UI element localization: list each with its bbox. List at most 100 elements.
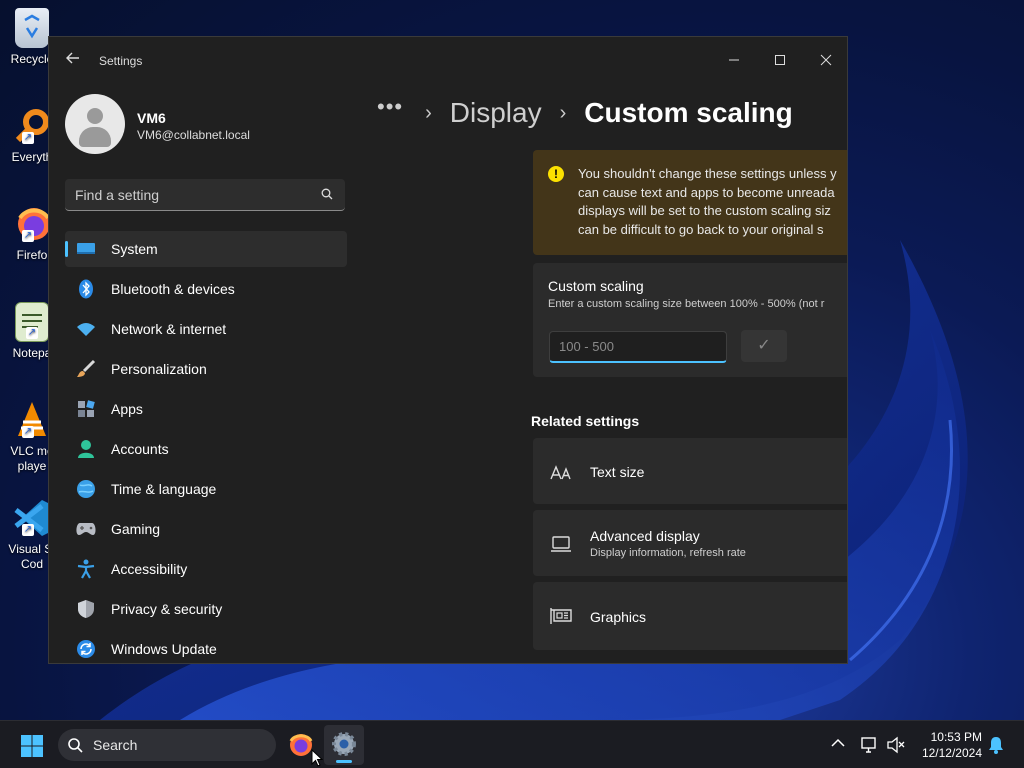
sidebar-item-privacy-security[interactable]: Privacy & security [65, 591, 347, 627]
sidebar-item-system[interactable]: System [65, 231, 347, 267]
sidebar-item-gaming[interactable]: Gaming [65, 511, 347, 547]
warning-icon: ! [548, 166, 564, 182]
sidebar-item-bluetooth-devices[interactable]: Bluetooth & devices [65, 271, 347, 307]
sidebar-item-label: Gaming [111, 521, 161, 537]
warning-line: can be difficult to go back to your orig… [578, 221, 824, 237]
sidebar-item-windows-update[interactable]: Windows Update [65, 631, 347, 663]
related-settings-heading: Related settings [531, 413, 640, 429]
taskbar-search[interactable]: Search [58, 729, 276, 761]
breadcrumb-more-button[interactable]: ••• [377, 94, 403, 120]
sidebar-item-time-language[interactable]: Time & language [65, 471, 347, 507]
laptop-icon [551, 536, 571, 552]
apply-scaling-button[interactable]: ✓ [741, 330, 787, 362]
related-item-graphics[interactable]: Graphics [533, 582, 847, 650]
page-title: Custom scaling [584, 97, 793, 128]
avatar-head [87, 108, 103, 124]
close-button[interactable] [803, 45, 847, 77]
sidebar-item-label: Bluetooth & devices [111, 281, 235, 297]
taskbar-clock[interactable]: 10:53 PM 12/12/2024 [912, 729, 982, 761]
custom-scaling-description: Enter a custom scaling size between 100%… [548, 298, 825, 310]
breadcrumb: ••• › Display › Custom scaling [377, 93, 793, 133]
shortcut-arrow-icon: ↗ [26, 327, 38, 339]
find-setting-box[interactable] [65, 179, 345, 211]
vscode-icon: ↗ [12, 498, 52, 538]
brush-icon [75, 358, 97, 380]
chevron-right-icon: › [425, 101, 432, 124]
active-app-indicator [336, 760, 352, 763]
shield-icon [75, 598, 97, 620]
related-item-subtitle: Display information, refresh rate [590, 547, 746, 559]
shortcut-arrow-icon: ↗ [22, 426, 34, 438]
system-icon [75, 238, 97, 260]
title-bar[interactable]: Settings [49, 37, 847, 85]
sidebar-item-label: System [111, 241, 158, 257]
gamepad-icon [75, 518, 97, 540]
sidebar-item-accessibility[interactable]: Accessibility [65, 551, 347, 587]
sidebar-item-label: Accessibility [111, 561, 188, 577]
search-icon [68, 738, 83, 753]
sidebar-item-apps[interactable]: Apps [65, 391, 347, 427]
related-item-title: Advanced display [590, 528, 700, 544]
text-size-icon [550, 465, 571, 480]
gear-icon [332, 732, 356, 756]
firefox-icon: ↗ [12, 204, 52, 244]
find-setting-input[interactable] [65, 179, 305, 210]
sidebar-item-label: Apps [111, 401, 143, 417]
graphics-card-icon [550, 608, 572, 624]
minimize-button[interactable] [711, 45, 757, 77]
avatar[interactable] [65, 94, 125, 154]
custom-scaling-field[interactable] [549, 331, 727, 363]
sidebar-item-label: Time & language [111, 481, 217, 497]
accounts-icon [75, 438, 97, 460]
checkmark-icon: ✓ [757, 337, 771, 354]
minimize-icon [729, 59, 739, 61]
globe-clock-icon [75, 478, 97, 500]
search-icon[interactable] [321, 188, 333, 200]
sidebar-item-label: Accounts [111, 441, 169, 457]
breadcrumb-display-link[interactable]: Display [450, 97, 542, 129]
custom-scaling-input[interactable] [550, 332, 726, 361]
accessibility-icon [75, 558, 97, 580]
wifi-icon [75, 318, 97, 340]
clock-time: 10:53 PM [930, 730, 982, 744]
sidebar-item-label: Windows Update [111, 641, 217, 657]
arrow-left-icon [66, 52, 79, 64]
sidebar-item-label: Privacy & security [111, 601, 223, 617]
profile-email: VM6@collabnet.local [137, 128, 250, 142]
related-item-text-size[interactable]: Text size [533, 438, 847, 504]
sidebar-item-personalization[interactable]: Personalization [65, 351, 347, 387]
vlc-icon: ↗ [12, 400, 52, 440]
profile-name: VM6 [137, 110, 166, 126]
sidebar-item-label: Personalization [111, 361, 207, 377]
taskbar-firefox[interactable] [281, 725, 323, 767]
recycle-bin-icon [15, 8, 49, 48]
sidebar-item-accounts[interactable]: Accounts [65, 431, 347, 467]
taskbar-settings[interactable] [324, 725, 364, 765]
windows-start-icon[interactable] [20, 734, 44, 758]
apps-icon [75, 398, 97, 420]
warning-line: can cause text and apps to become unread… [578, 184, 835, 200]
related-item-title: Text size [590, 464, 645, 480]
sidebar-item-label: Network & internet [111, 321, 227, 337]
back-button[interactable] [63, 51, 83, 71]
tray-overflow-chevron-icon[interactable] [830, 737, 846, 753]
shortcut-arrow-icon: ↗ [22, 524, 34, 536]
chevron-right-icon: › [559, 101, 567, 124]
notification-bell-icon[interactable] [986, 735, 1006, 755]
taskbar-search-label: Search [93, 737, 138, 753]
related-item-advanced-display[interactable]: Advanced display Display information, re… [533, 510, 847, 576]
network-display-icon[interactable] [860, 735, 880, 755]
sidebar-item-network-internet[interactable]: Network & internet [65, 311, 347, 347]
custom-scaling-title: Custom scaling [548, 278, 644, 294]
custom-scaling-card: Custom scaling Enter a custom scaling si… [533, 263, 847, 377]
close-icon [820, 54, 832, 66]
volume-muted-icon[interactable] [886, 735, 906, 755]
maximize-button[interactable] [757, 45, 803, 77]
warning-banner: ! You shouldn't change these settings un… [533, 150, 847, 255]
shortcut-arrow-icon: ↗ [22, 230, 34, 242]
everything-search-icon: ↗ [12, 106, 52, 146]
warning-line: You shouldn't change these settings unle… [578, 166, 837, 181]
notepad-icon: ↗ [15, 302, 49, 342]
related-item-title: Graphics [590, 609, 647, 625]
update-icon [75, 638, 97, 660]
